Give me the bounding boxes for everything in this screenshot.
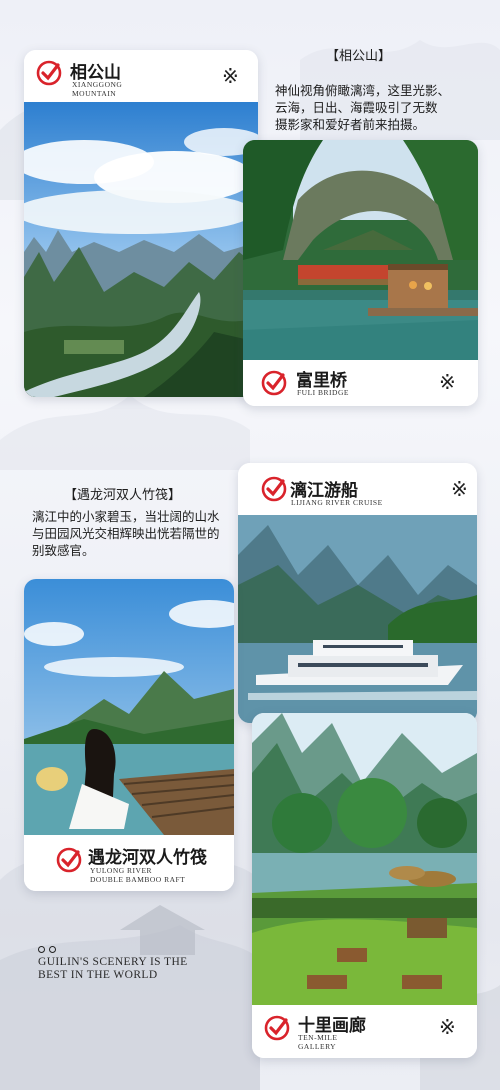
card-subtitle-line1: XIANGGONG: [72, 80, 123, 89]
asterisk-icon: ※: [439, 1015, 456, 1039]
photo-ten-mile-gallery: [252, 713, 477, 1005]
card-label-bar: 十里画廊 TEN-MILE GALLERY ※: [252, 1005, 477, 1058]
card-subtitle-line1: FULI BRIDGE: [297, 388, 349, 397]
card-title: 遇龙河双人竹筏: [88, 848, 207, 868]
card-ten-mile-gallery[interactable]: 十里画廊 TEN-MILE GALLERY ※: [252, 713, 477, 1058]
asterisk-icon: ※: [451, 477, 468, 501]
photo-lijiang-cruise-boat: [238, 515, 477, 723]
photo-fuli-bridge: [243, 140, 478, 360]
card-subtitle-line2: MOUNTAIN: [72, 89, 117, 98]
photo-xianggong-mountain: [24, 102, 258, 397]
card-subtitle-line1: YULONG RIVER: [90, 866, 153, 875]
checkmark-logo-icon: [261, 476, 287, 502]
caption-line: 别致感官。: [32, 543, 95, 558]
caption-line: 云海，日出、海霞吸引了无数: [275, 100, 438, 115]
card-subtitle-line1: LIJIANG RIVER CRUISE: [291, 498, 383, 507]
card-label-bar: 遇龙河双人竹筏 YULONG RIVER DOUBLE BAMBOO RAFT: [24, 835, 234, 891]
slogan-text: GUILIN'S SCENERY IS THE BEST IN THE WORL…: [38, 956, 188, 982]
caption-line: 神仙视角俯瞰漓湾，这里光影、: [275, 83, 451, 98]
checkmark-logo-icon: [56, 847, 82, 873]
card-fuli-bridge[interactable]: 富里桥 FULI BRIDGE ※: [243, 140, 478, 406]
slogan-line: BEST IN THE WORLD: [38, 969, 158, 981]
card-label-bar: 富里桥 FULI BRIDGE ※: [243, 360, 478, 406]
card-subtitle-line1: TEN-MILE: [298, 1033, 338, 1042]
caption-line: 漓江中的小家碧玉，当壮阔的山水: [32, 509, 220, 524]
photo-yulong-raft: [24, 579, 234, 835]
caption-heading-xianggong: 【相公山】: [326, 49, 392, 64]
card-label-bar: 相公山 XIANGGONG MOUNTAIN ※: [24, 50, 258, 102]
asterisk-icon: ※: [222, 64, 239, 88]
checkmark-logo-icon: [264, 1015, 290, 1041]
caption-heading-yulong: 【遇龙河双人竹筏】: [64, 488, 182, 503]
caption-body-yulong: 漓江中的小家碧玉，当壮阔的山水 与田园风光交相辉映出恍若隔世的 别致感官。: [32, 508, 232, 559]
card-label-bar: 漓江游船 LIJIANG RIVER CRUISE ※: [238, 463, 477, 515]
caption-line: 与田园风光交相辉映出恍若隔世的: [32, 526, 220, 541]
asterisk-icon: ※: [439, 370, 456, 394]
card-subtitle-line2: GALLERY: [298, 1042, 337, 1051]
checkmark-logo-icon: [36, 60, 62, 86]
caption-line: 摄影家和爱好者前来拍摄。: [275, 117, 426, 132]
slogan-line: GUILIN'S SCENERY IS THE: [38, 956, 188, 968]
card-lijiang-river-cruise[interactable]: 漓江游船 LIJIANG RIVER CRUISE ※: [238, 463, 477, 723]
decorative-dots: [38, 938, 60, 957]
card-subtitle-line2: DOUBLE BAMBOO RAFT: [90, 875, 186, 884]
caption-body-xianggong: 神仙视角俯瞰漓湾，这里光影、 云海，日出、海霞吸引了无数 摄影家和爱好者前来拍摄…: [275, 82, 475, 133]
card-yulong-river-bamboo-raft[interactable]: 遇龙河双人竹筏 YULONG RIVER DOUBLE BAMBOO RAFT: [24, 579, 234, 891]
checkmark-logo-icon: [261, 370, 287, 396]
card-xianggong-mountain[interactable]: 相公山 XIANGGONG MOUNTAIN ※: [24, 50, 258, 397]
